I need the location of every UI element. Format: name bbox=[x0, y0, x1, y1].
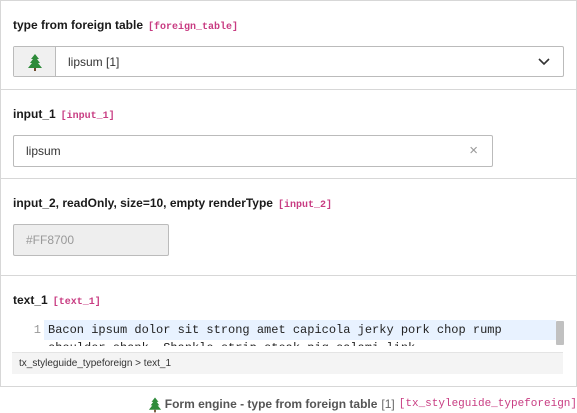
editor-breadcrumb: tx_styleguide_typeforeign > text_1 bbox=[12, 352, 563, 374]
select-value: lipsum [1] bbox=[68, 54, 120, 69]
input-1-label-text: input_1 bbox=[13, 107, 56, 121]
input-2-panel: input_2, readOnly, size=10, empty render… bbox=[0, 179, 577, 276]
text-1-label: text_1 [text_1] bbox=[13, 293, 101, 308]
tree-icon bbox=[27, 53, 42, 71]
select-icon-box bbox=[14, 47, 56, 76]
input-2-code: [input_2] bbox=[277, 200, 332, 211]
foreign-table-label-text: type from foreign table bbox=[13, 18, 144, 32]
foreign-table-label: type from foreign table [foreign_table] bbox=[13, 18, 238, 33]
foreign-table-select[interactable]: lipsum [1] bbox=[13, 46, 564, 77]
input-1-code: [input_1] bbox=[60, 111, 115, 122]
text-1-code: [text_1] bbox=[52, 297, 101, 308]
clear-icon[interactable]: × bbox=[469, 143, 478, 159]
editor-content[interactable]: Bacon ipsum dolor sit strong amet capico… bbox=[48, 321, 564, 346]
input-2-readonly-field: #FF8700 bbox=[13, 224, 169, 256]
tree-icon bbox=[148, 397, 161, 412]
input-1-panel: input_1 [input_1] lipsum × bbox=[0, 90, 577, 179]
input-1-field[interactable]: lipsum × bbox=[13, 135, 493, 167]
form-title: Form engine - type from foreign table bbox=[164, 397, 378, 411]
editor-scrollbar[interactable] bbox=[556, 321, 564, 345]
input-2-placeholder: #FF8700 bbox=[26, 233, 75, 247]
form-title-bar: Form engine - type from foreign table [1… bbox=[148, 394, 577, 413]
foreign-table-panel: type from foreign table [foreign_table] l… bbox=[0, 0, 577, 90]
foreign-table-code: [foreign_table] bbox=[148, 22, 239, 33]
record-uid: [1] bbox=[381, 397, 395, 411]
input-2-label: input_2, readOnly, size=10, empty render… bbox=[13, 196, 332, 211]
text-1-label-text: text_1 bbox=[13, 293, 48, 307]
code-editor[interactable]: 1 Bacon ipsum dolor sit strong amet capi… bbox=[13, 320, 564, 346]
table-name: [tx_styleguide_typeforeign] bbox=[398, 398, 577, 410]
line-number: 1 bbox=[33, 323, 41, 337]
input-1-label: input_1 [input_1] bbox=[13, 107, 115, 122]
chevron-down-icon[interactable] bbox=[525, 47, 563, 76]
input-2-label-text: input_2, readOnly, size=10, empty render… bbox=[13, 196, 273, 210]
input-1-value: lipsum bbox=[26, 144, 61, 158]
